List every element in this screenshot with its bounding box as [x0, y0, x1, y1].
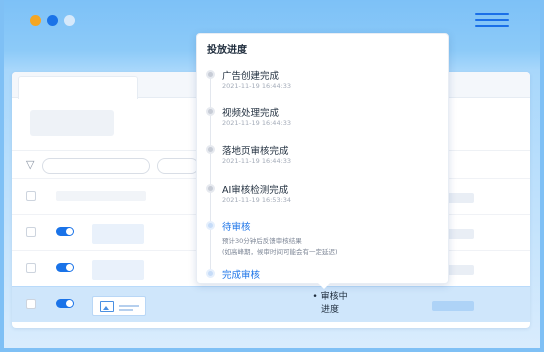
- funnel-icon[interactable]: ▽: [26, 159, 34, 170]
- step-pending-icon: [206, 269, 215, 278]
- step-time: 2021-11-19 16:53:34: [222, 196, 292, 204]
- step-description: (如高峰期，候审时间可能会有一定延迟): [222, 248, 338, 256]
- filter-pill[interactable]: [42, 158, 150, 174]
- step-done-icon: [206, 70, 215, 79]
- window-dot-blue-icon: [47, 15, 58, 26]
- popover-title: 投放进度: [207, 45, 247, 56]
- progress-link[interactable]: 进度: [280, 304, 380, 317]
- step-time: 2021-11-19 16:44:33: [222, 82, 292, 90]
- timeline-line: [210, 72, 211, 272]
- step-title: 视频处理完成: [222, 108, 280, 119]
- delivery-progress-popover: 投放进度 广告创建完成 2021-11-19 16:44:33 视频处理完成 2…: [196, 33, 449, 284]
- step-time: 2021-11-19 16:44:33: [222, 119, 292, 127]
- hamburger-line: [475, 13, 509, 15]
- thumb-line: [119, 305, 139, 307]
- step-done-icon: [206, 145, 215, 154]
- row-placeholder: [432, 301, 474, 311]
- review-status: • 审核中 进度: [280, 291, 380, 317]
- step-pending-icon: [206, 221, 215, 230]
- row-checkbox[interactable]: [26, 191, 36, 201]
- step-title: 完成审核: [222, 270, 261, 281]
- table-row-selected[interactable]: • 审核中 进度: [12, 286, 530, 322]
- window-dot-light-icon: [64, 15, 75, 26]
- row-checkbox[interactable]: [26, 227, 36, 237]
- filter-pill[interactable]: [157, 158, 199, 174]
- hamburger-line: [475, 25, 509, 27]
- window-dot-orange-icon: [30, 15, 41, 26]
- step-done-icon: [206, 184, 215, 193]
- tab-active[interactable]: [18, 76, 138, 99]
- image-icon: [100, 301, 114, 312]
- toolbar-placeholder: [30, 110, 114, 136]
- step-description: 预计30分钟后反馈审核结果: [222, 237, 302, 245]
- step-title: 待审核: [222, 222, 251, 233]
- step-time: 2021-11-19 16:44:33: [222, 157, 292, 165]
- status-toggle[interactable]: [56, 227, 74, 236]
- row-checkbox[interactable]: [26, 263, 36, 273]
- creative-thumbnail[interactable]: [92, 224, 144, 244]
- row-checkbox[interactable]: [26, 299, 36, 309]
- hamburger-line: [475, 19, 509, 21]
- row-placeholder: [56, 191, 146, 201]
- creative-thumbnail[interactable]: [92, 260, 144, 280]
- step-title: 广告创建完成: [222, 71, 280, 82]
- status-toggle[interactable]: [56, 299, 74, 308]
- thumb-line: [119, 309, 133, 311]
- step-title: AI审核检测完成: [222, 185, 289, 196]
- step-done-icon: [206, 107, 215, 116]
- hamburger-menu-icon[interactable]: [475, 13, 509, 29]
- popover-caret: [318, 283, 330, 289]
- status-toggle[interactable]: [56, 263, 74, 272]
- creative-thumbnail[interactable]: [92, 296, 146, 316]
- status-label: • 审核中: [312, 292, 348, 302]
- step-title: 落地页审核完成: [222, 146, 289, 157]
